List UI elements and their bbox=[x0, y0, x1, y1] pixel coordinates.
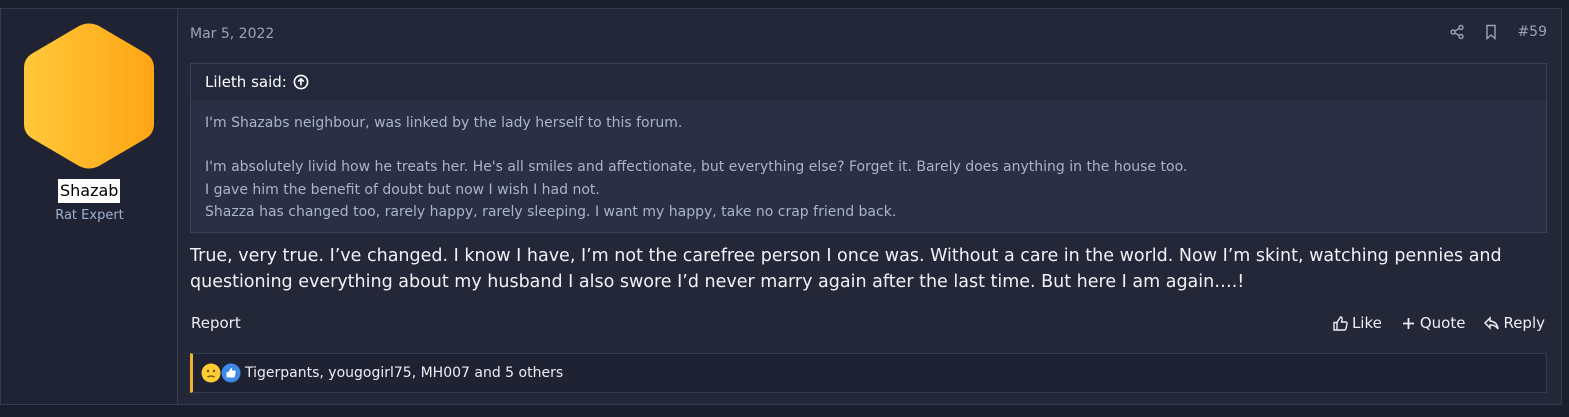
share-icon[interactable] bbox=[1449, 24, 1465, 40]
user-avatar[interactable] bbox=[23, 23, 155, 169]
reply-label: Reply bbox=[1503, 314, 1545, 332]
quote-line: I gave him the benefit of doubt but now … bbox=[205, 181, 600, 198]
post-date[interactable]: Mar 5, 2022 bbox=[190, 26, 274, 42]
reply-button[interactable]: Reply bbox=[1483, 314, 1545, 332]
quote-line-blank bbox=[205, 134, 1532, 156]
quote-author[interactable]: Lileth said: bbox=[205, 73, 287, 91]
quote-line: I'm absolutely livid how he treats her. … bbox=[205, 159, 1188, 176]
confused-face-icon bbox=[201, 363, 221, 383]
user-title: Rat Expert bbox=[55, 208, 124, 223]
post-top-actions: #59 bbox=[1449, 24, 1547, 40]
like-label: Like bbox=[1351, 314, 1382, 332]
post-main: Mar 5, 2022 #59 Lileth said: I'm Shazabs… bbox=[178, 9, 1561, 404]
post-bottom-actions: Like Quote Reply bbox=[1332, 314, 1545, 332]
quote-label: Quote bbox=[1419, 314, 1466, 332]
quote-line: Shazza has changed too, rarely happy, ra… bbox=[205, 203, 897, 220]
reactions-bar[interactable]: Tigerpants, yougogirl75, MH007 and 5 oth… bbox=[190, 353, 1547, 393]
arrow-up-circle-icon[interactable] bbox=[293, 74, 309, 90]
plus-icon bbox=[1402, 317, 1414, 329]
user-cell: Shazab Rat Expert bbox=[1, 9, 178, 404]
post-number[interactable]: #59 bbox=[1517, 24, 1547, 40]
quote-line: I'm Shazabs neighbour, was linked by the… bbox=[205, 115, 683, 131]
thumbs-up-icon bbox=[1333, 315, 1348, 331]
reactions-text[interactable]: Tigerpants, yougogirl75, MH007 and 5 oth… bbox=[245, 365, 563, 381]
forum-post: Shazab Rat Expert Mar 5, 2022 #59 Lileth… bbox=[0, 8, 1562, 405]
username[interactable]: Shazab bbox=[58, 179, 121, 203]
quote-header[interactable]: Lileth said: bbox=[191, 64, 1546, 100]
like-reaction-icon bbox=[221, 363, 241, 383]
post-message: True, very true. I’ve changed. I know I … bbox=[190, 246, 1502, 292]
report-link[interactable]: Report bbox=[191, 314, 241, 332]
bookmark-icon[interactable] bbox=[1483, 24, 1499, 40]
reply-icon bbox=[1484, 315, 1500, 330]
like-button[interactable]: Like bbox=[1332, 314, 1382, 332]
quote-button[interactable]: Quote bbox=[1400, 314, 1466, 332]
quote-block: Lileth said: I'm Shazabs neighbour, was … bbox=[190, 63, 1547, 233]
quote-content: I'm Shazabs neighbour, was linked by the… bbox=[191, 100, 1546, 223]
